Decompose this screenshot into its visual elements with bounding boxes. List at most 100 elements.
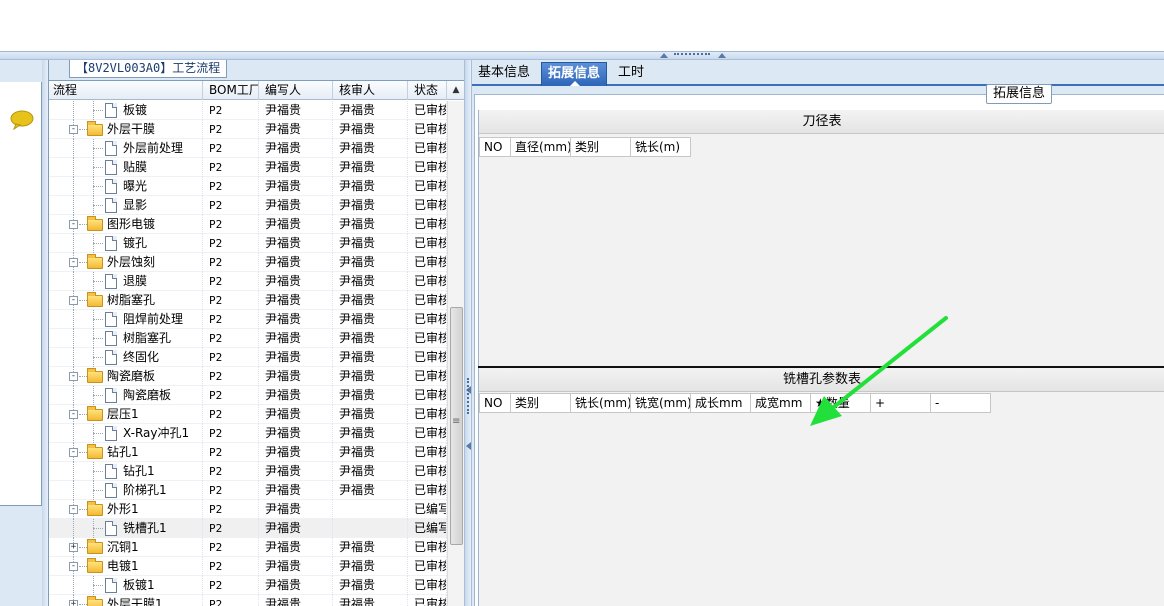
tree-row[interactable]: - 层压1 P2 尹福贵 尹福贵 已审核 [49,405,447,424]
col-final-length[interactable]: 成长mm [691,393,751,413]
collapse-icon[interactable]: - [69,220,78,229]
tree-row[interactable]: 板镀1 P2 尹福贵 尹福贵 已审核 [49,576,447,595]
writer-cell: 尹福贵 [259,177,333,196]
collapse-up-icon[interactable] [718,53,726,58]
document-icon [105,578,117,593]
col-mill-length[interactable]: 铣长(mm) [571,393,631,413]
table-caption: 铣槽孔参数表 [479,368,1164,392]
tree-row[interactable]: X-Ray冲孔1 P2 尹福贵 尹福贵 已审核 [49,424,447,443]
bom-cell: P2 [203,215,259,234]
tab-work-hours[interactable]: 工时 [612,62,650,86]
sort-up-icon[interactable]: ▲ [447,81,465,100]
collapse-left-icon[interactable] [466,442,471,450]
collapse-icon[interactable]: - [69,125,78,134]
tree-row[interactable]: - 陶瓷磨板 P2 尹福贵 尹福贵 已审核 [49,367,447,386]
document-icon [105,179,117,194]
tree-row[interactable]: 钻孔1 P2 尹福贵 尹福贵 已审核 [49,462,447,481]
scrollbar-thumb[interactable] [450,307,463,545]
col-mill-width[interactable]: 铣宽(mm) [631,393,691,413]
tree-row[interactable]: 终固化 P2 尹福贵 尹福贵 已审核 [49,348,447,367]
tab-extended-info[interactable]: 拓展信息 [541,62,608,86]
tree-row[interactable]: + 外层干膜1 P2 尹福贵 尹福贵 已审核 [49,595,447,606]
folder-icon [87,368,103,383]
collapse-icon[interactable]: - [69,258,78,267]
splitter-grip[interactable] [674,53,710,56]
header-bom[interactable]: BOM工厂 [203,81,259,100]
flow-cell: 终固化 [49,348,203,367]
tree-row[interactable]: 镀孔 P2 尹福贵 尹福贵 已审核 [49,234,447,253]
tree-row[interactable]: 退膜 P2 尹福贵 尹福贵 已审核 [49,272,447,291]
collapse-icon[interactable]: - [69,505,78,514]
col-category[interactable]: 类别 [571,137,631,157]
tree-row[interactable]: 铣槽孔1 P2 尹福贵 已编写 [49,519,447,538]
tree-row[interactable]: 阶梯孔1 P2 尹福贵 尹福贵 已审核 [49,481,447,500]
tree-row[interactable]: 曝光 P2 尹福贵 尹福贵 已审核 [49,177,447,196]
collapse-icon[interactable]: - [69,562,78,571]
tree-row[interactable]: - 外层蚀刻 P2 尹福贵 尹福贵 已审核 [49,253,447,272]
document-icon [105,464,117,479]
tree-row[interactable]: 树脂塞孔 P2 尹福贵 尹福贵 已审核 [49,329,447,348]
collapse-icon[interactable]: - [69,372,78,381]
remove-row-button[interactable]: - [931,393,991,413]
state-cell: 已审核 [408,424,447,443]
checker-cell: 尹福贵 [333,291,408,310]
tab-basic-info[interactable]: 基本信息 [472,62,536,86]
header-writer[interactable]: 编写人 [259,81,333,100]
collapse-icon[interactable]: - [69,410,78,419]
tree-connector [93,433,103,434]
node-label: 陶瓷磨板 [107,369,156,383]
expand-icon[interactable]: + [69,543,78,552]
col-no[interactable]: NO [479,137,511,157]
vertical-scrollbar[interactable] [447,101,465,606]
collapse-icon[interactable]: - [69,296,78,305]
add-row-button[interactable]: + [871,393,931,413]
tree-row[interactable]: 阻焊前处理 P2 尹福贵 尹福贵 已审核 [49,310,447,329]
writer-cell: 尹福贵 [259,196,333,215]
chat-bubble-icon[interactable] [10,110,34,130]
tree-row[interactable]: 外层前处理 P2 尹福贵 尹福贵 已审核 [49,139,447,158]
tree-connector [93,148,103,149]
collapse-up-icon[interactable] [660,53,668,58]
header-flow[interactable]: 流程 [49,81,203,100]
tree-row[interactable]: + 沉铜1 P2 尹福贵 尹福贵 已审核 [49,538,447,557]
tree-row[interactable]: 陶瓷磨板 P2 尹福贵 尹福贵 已审核 [49,386,447,405]
tree-row[interactable]: 显影 P2 尹福贵 尹福贵 已审核 [49,196,447,215]
tree-connector [93,110,103,111]
state-cell: 已审核 [408,139,447,158]
horizontal-splitter[interactable] [0,52,1164,60]
col-quantity[interactable]: ★数量 [811,393,871,413]
header-checker[interactable]: 核审人 [333,81,408,100]
col-no[interactable]: NO [479,393,511,413]
tree-row[interactable]: - 图形电镀 P2 尹福贵 尹福贵 已审核 [49,215,447,234]
tree-row[interactable]: - 钻孔1 P2 尹福贵 尹福贵 已审核 [49,443,447,462]
node-label: 板镀1 [123,578,155,592]
tree-row[interactable]: 板镀 P2 尹福贵 尹福贵 已审核 [49,101,447,120]
bom-cell: P2 [203,101,259,120]
header-state[interactable]: 状态 [408,81,447,100]
col-diameter[interactable]: 直径(mm) [511,137,571,157]
tree-connector [93,167,103,168]
node-label: 外层干膜1 [107,597,163,606]
vertical-splitter[interactable] [464,60,472,606]
bom-cell: P2 [203,595,259,606]
col-mill-length[interactable]: 铣长(m) [631,137,691,157]
state-cell: 已审核 [408,348,447,367]
tree-row[interactable]: - 电镀1 P2 尹福贵 尹福贵 已审核 [49,557,447,576]
document-icon [105,388,117,403]
tree-row[interactable]: - 外形1 P2 尹福贵 已编写 [49,500,447,519]
collapse-icon[interactable]: - [69,448,78,457]
tree-connector [93,471,103,472]
col-final-width[interactable]: 成宽mm [751,393,811,413]
checker-cell: 尹福贵 [333,386,408,405]
folder-icon [87,216,103,231]
col-category[interactable]: 类别 [511,393,571,413]
bom-cell: P2 [203,253,259,272]
splitter-grip[interactable] [467,378,469,414]
tree-row[interactable]: 贴膜 P2 尹福贵 尹福贵 已审核 [49,158,447,177]
tree-row[interactable]: - 树脂塞孔 P2 尹福贵 尹福贵 已审核 [49,291,447,310]
state-cell: 已审核 [408,576,447,595]
expand-icon[interactable]: + [69,600,78,606]
tree-connector [79,547,87,548]
node-label: 贴膜 [123,160,148,174]
tree-row[interactable]: - 外层干膜 P2 尹福贵 尹福贵 已审核 [49,120,447,139]
